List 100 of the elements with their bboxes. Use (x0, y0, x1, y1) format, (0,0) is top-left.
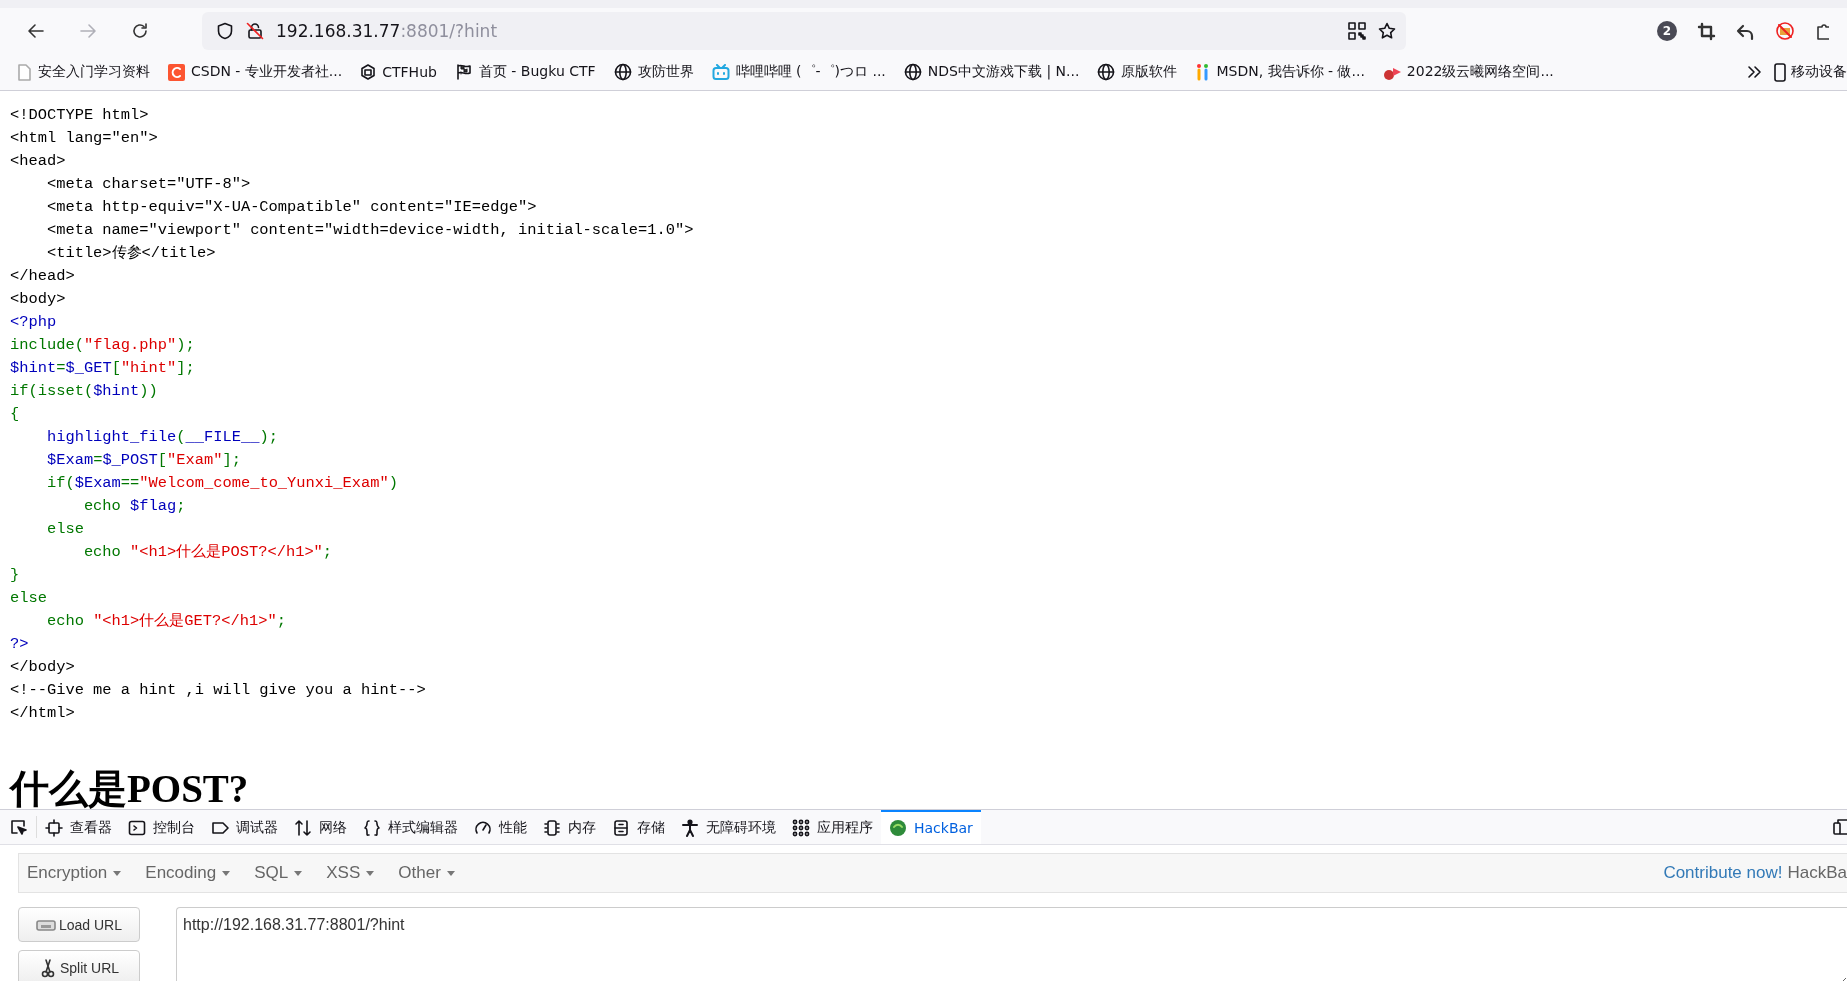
hackbar-logo-icon (889, 819, 907, 837)
devtools-tab[interactable]: 应用程序 (784, 810, 881, 844)
code-line: else (45, 519, 84, 540)
shield-icon[interactable] (216, 22, 234, 40)
blocked-icon[interactable] (1775, 21, 1795, 41)
bookmark[interactable]: 原版软件 (1093, 60, 1182, 84)
gauge-icon (474, 819, 492, 837)
storage-icon (612, 819, 630, 837)
bookmark-label: 原版软件 (1121, 63, 1178, 81)
back-icon[interactable] (26, 21, 46, 41)
bookmark-label: MSDN, 我告诉你 - 做... (1216, 63, 1365, 81)
devtools-tab[interactable]: 无障碍环境 (673, 810, 784, 844)
dropdown-menu[interactable]: Encoding (145, 863, 243, 883)
bookmark[interactable]: 首页 - Bugku CTF (450, 60, 600, 84)
colorful-letters-icon (1195, 63, 1211, 81)
devtools-tab[interactable]: 控制台 (120, 810, 203, 844)
bookmark[interactable]: 哔哩哔哩 (゜-゜)つロ ... (707, 60, 890, 84)
code-line: <title>传参</title> (45, 243, 216, 264)
bookmark-label: 攻防世界 (637, 63, 694, 81)
devtools-tab[interactable]: 性能 (466, 810, 535, 844)
code-line: if(isset($hint)) (10, 381, 158, 402)
caret-icon (113, 870, 122, 876)
bookmark-label: 哔哩哔哩 (゜-゜)つロ ... (735, 63, 886, 81)
crop-icon[interactable] (1697, 21, 1716, 41)
devtools-tab[interactable]: 网络 (286, 810, 355, 844)
code-line: } (10, 565, 20, 586)
other-bookmarks-folder[interactable]: 移动设备 (1773, 62, 1847, 82)
dropdown-menu[interactable]: Encryption (27, 863, 134, 883)
code-line: <meta charset="UTF-8"> (45, 174, 251, 195)
devtools-tab[interactable]: HackBar (881, 810, 981, 844)
qr-code-icon[interactable] (1348, 22, 1366, 40)
caret-icon (222, 870, 231, 876)
bookmark-label: NDS中文游戏下载 | N... (927, 63, 1080, 81)
code-line: else (10, 588, 47, 609)
dropdown-menu[interactable]: Other (398, 863, 467, 883)
page-heading: 什么是POST? (10, 767, 249, 809)
reload-icon[interactable] (130, 21, 150, 41)
counter-badge[interactable]: 2 (1657, 21, 1677, 41)
bookmark-label: CTFHub (382, 64, 437, 80)
code-line: <meta http-equiv="X-UA-Compatible" content="IE=edge"> (45, 197, 537, 218)
caret-icon (446, 870, 455, 876)
bookmark[interactable]: 安全入门学习资料 (12, 60, 154, 84)
caret-icon (366, 870, 375, 876)
console-icon (128, 819, 146, 837)
hackbar-button[interactable]: Split URL (18, 950, 140, 981)
code-line: include("flag.php"); (10, 335, 195, 356)
devtools-tab[interactable]: 样式编辑器 (355, 810, 466, 844)
code-line: <?php (10, 312, 57, 333)
code-line: $hint=$_GET["hint"]; (10, 358, 195, 379)
devtools-tab[interactable]: 调试器 (203, 810, 286, 844)
code-line: <html lang="en"> (10, 128, 158, 149)
csdn-logo-icon (168, 63, 185, 81)
code-line: echo "<h1>什么是GET?</h1>"; (45, 611, 286, 632)
code-line: <!DOCTYPE html> (10, 105, 149, 126)
globe-icon (1097, 63, 1116, 81)
insecure-lock-icon[interactable] (246, 22, 264, 40)
dropdown-menu[interactable]: XSS (326, 863, 387, 883)
dock-side-icon[interactable] (1833, 818, 1847, 836)
brand-name: HackBa (1787, 863, 1847, 883)
devtools-tab[interactable]: 存储 (604, 810, 673, 844)
bookmark[interactable]: CTFHub (356, 61, 441, 83)
globe-icon (613, 63, 632, 81)
url-field[interactable]: http://192.168.31.77:8801/?hint (176, 907, 1847, 981)
chip-icon (543, 819, 561, 837)
arrows-updown-icon (294, 819, 312, 837)
code-line: <!--Give me a hint ,i will give you a hint--> (10, 680, 426, 701)
code-line: if($Exam=="Welcom_come_to_Yunxi_Exam") (45, 473, 398, 494)
devtools-tab[interactable]: 查看器 (37, 810, 120, 844)
bookmark-label: 2022级云曦网络空间... (1406, 63, 1554, 81)
bookmark[interactable]: 攻防世界 (609, 60, 698, 84)
star-icon[interactable] (1378, 22, 1396, 40)
bookmark-label: CSDN - 专业开发者社... (191, 63, 343, 81)
code-line: ?> (10, 634, 29, 655)
bookmark[interactable]: 2022级云曦网络空间... (1378, 60, 1558, 84)
contribute-link[interactable]: Contribute now! (1663, 863, 1783, 883)
bookmark[interactable]: CSDN - 专业开发者社... (164, 60, 347, 84)
address-bar[interactable]: 192.168.31.77:8801/?hint (202, 12, 1406, 50)
url-path: :8801/?hint (400, 21, 498, 41)
code-line: <meta name="viewport" content="width=device-width, initial-scale=1.0"> (45, 220, 694, 241)
bookmark[interactable]: NDS中文游戏下载 | N... (899, 60, 1084, 84)
devtools-tab[interactable]: 内存 (535, 810, 604, 844)
tv-icon (711, 63, 730, 81)
code-line: <head> (10, 151, 66, 172)
code-line: </head> (10, 266, 75, 287)
hackbar-button[interactable]: Load URL (18, 907, 140, 942)
bookmark-label: 首页 - Bugku CTF (478, 63, 596, 81)
code-line: <body> (10, 289, 66, 310)
code-line: </html> (10, 703, 75, 724)
code-line: </body> (10, 657, 75, 678)
braces-icon (363, 819, 381, 837)
accessibility-icon (681, 819, 699, 837)
code-line: $Exam=$_POST["Exam"]; (45, 450, 241, 471)
dropdown-menu[interactable]: SQL (254, 863, 315, 883)
grid-icon (792, 819, 810, 837)
code-line: echo "<h1>什么是POST?</h1>"; (82, 542, 333, 563)
element-picker-icon[interactable] (9, 818, 27, 836)
bookmark[interactable]: MSDN, 我告诉你 - 做... (1191, 60, 1369, 84)
chevron-double-icon[interactable] (1746, 64, 1763, 80)
code-line: { (10, 404, 20, 425)
bookmark-label: 安全入门学习资料 (38, 63, 150, 81)
